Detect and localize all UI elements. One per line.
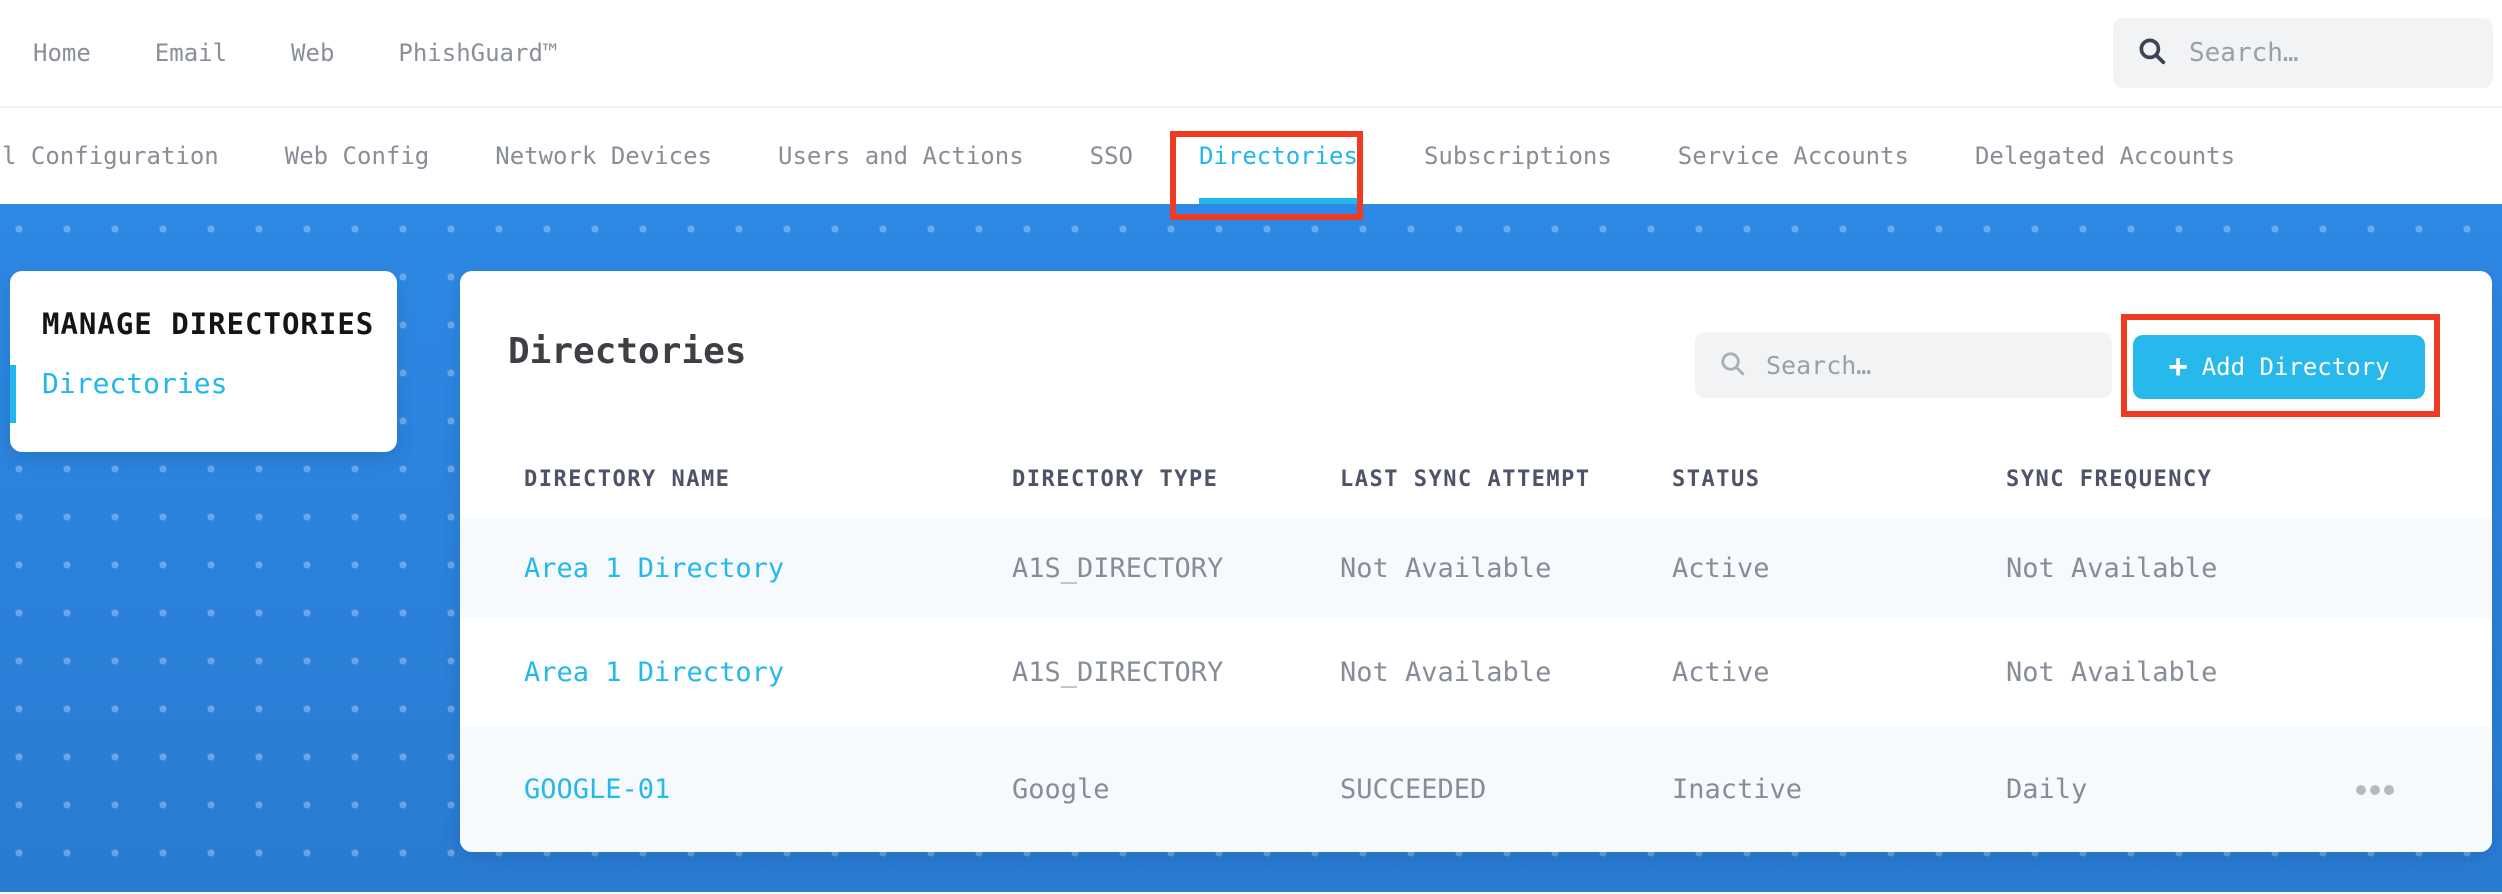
tab-subscriptions[interactable]: Subscriptions xyxy=(1424,108,1612,204)
col-directory-type: DIRECTORY TYPE xyxy=(1012,466,1219,492)
nav-item-home[interactable]: Home xyxy=(33,39,91,67)
tab-email-configuration[interactable]: l Configuration xyxy=(2,108,219,204)
directories-table: DIRECTORY NAME DIRECTORY TYPE LAST SYNC … xyxy=(460,440,2492,852)
tab-service-accounts[interactable]: Service Accounts xyxy=(1678,108,1909,204)
nav-item-web[interactable]: Web xyxy=(291,39,334,67)
tab-directories[interactable]: Directories xyxy=(1199,108,1358,204)
col-directory-name: DIRECTORY NAME xyxy=(524,466,731,492)
nav-item-email[interactable]: Email xyxy=(155,39,227,67)
directory-name-link[interactable]: Area 1 Directory xyxy=(524,657,1012,688)
plus-icon: + xyxy=(2168,346,2188,385)
row-actions-ellipsis-icon[interactable] xyxy=(2356,784,2394,795)
global-search[interactable] xyxy=(2113,18,2493,88)
table-row: GOOGLE-01 Google SUCCEEDED Inactive Dail… xyxy=(460,727,2492,852)
sidebar-item-directories[interactable]: Directories xyxy=(42,367,397,400)
sidebar-card: MANAGE DIRECTORIES Directories xyxy=(10,271,397,452)
col-status: STATUS xyxy=(1672,466,1761,492)
add-directory-button[interactable]: + Add Directory xyxy=(2133,335,2425,399)
col-sync-frequency: SYNC FREQUENCY xyxy=(2006,466,2213,492)
last-sync-cell: Not Available xyxy=(1340,552,1552,584)
last-sync-cell: SUCCEEDED xyxy=(1340,774,1487,805)
last-sync-cell: Not Available xyxy=(1340,657,1552,688)
global-search-input[interactable] xyxy=(2187,37,2471,69)
table-search[interactable] xyxy=(1695,332,2112,398)
directory-name-link[interactable]: Area 1 Directory xyxy=(524,553,1012,584)
panel-header: Directories + Add Directory xyxy=(460,271,2492,440)
panel-title: Directories xyxy=(508,331,747,372)
table-header-row: DIRECTORY NAME DIRECTORY TYPE LAST SYNC … xyxy=(460,440,2492,518)
search-icon xyxy=(2135,34,2169,72)
tab-sso[interactable]: SSO xyxy=(1090,108,1133,204)
status-cell: Active xyxy=(1672,657,1770,688)
top-nav-items: Home Email Web PhishGuard™ xyxy=(0,39,557,67)
directory-type-cell: A1S_DIRECTORY xyxy=(1012,657,1224,688)
screen: Home Email Web PhishGuard™ l Configurati… xyxy=(0,0,2502,894)
table-search-input[interactable] xyxy=(1764,349,2090,381)
directory-type-cell: A1S_DIRECTORY xyxy=(1012,552,1224,584)
col-last-sync-attempt: LAST SYNC ATTEMPT xyxy=(1340,466,1591,492)
status-cell: Inactive xyxy=(1672,774,1803,805)
tab-bar: l Configuration Web Config Network Devic… xyxy=(0,108,2502,204)
top-nav: Home Email Web PhishGuard™ xyxy=(0,0,2502,108)
tab-network-devices[interactable]: Network Devices xyxy=(495,108,712,204)
status-cell: Active xyxy=(1672,552,1770,584)
table-row: Area 1 Directory A1S_DIRECTORY Not Avail… xyxy=(460,518,2492,618)
sync-frequency-cell: Daily xyxy=(2006,774,2088,805)
tab-users-and-actions[interactable]: Users and Actions xyxy=(778,108,1024,204)
sync-frequency-cell: Not Available xyxy=(2006,552,2218,584)
table-row: Area 1 Directory A1S_DIRECTORY Not Avail… xyxy=(460,618,2492,727)
workspace: MANAGE DIRECTORIES Directories Directori… xyxy=(0,204,2502,892)
search-icon xyxy=(1717,348,1748,383)
directory-name-link[interactable]: GOOGLE-01 xyxy=(524,774,1012,805)
directories-panel: Directories + Add Directory D xyxy=(460,271,2492,852)
nav-item-phishguard[interactable]: PhishGuard™ xyxy=(398,39,557,67)
active-indicator-bar xyxy=(10,365,16,423)
directory-type-cell: Google xyxy=(1012,774,1110,805)
tab-delegated-accounts[interactable]: Delegated Accounts xyxy=(1975,108,2235,204)
sync-frequency-cell: Not Available xyxy=(2006,657,2218,688)
tab-web-config[interactable]: Web Config xyxy=(285,108,430,204)
sidebar-title: MANAGE DIRECTORIES xyxy=(42,307,375,341)
add-directory-label: Add Directory xyxy=(2201,353,2390,381)
sidebar-item-label: Directories xyxy=(42,367,228,400)
